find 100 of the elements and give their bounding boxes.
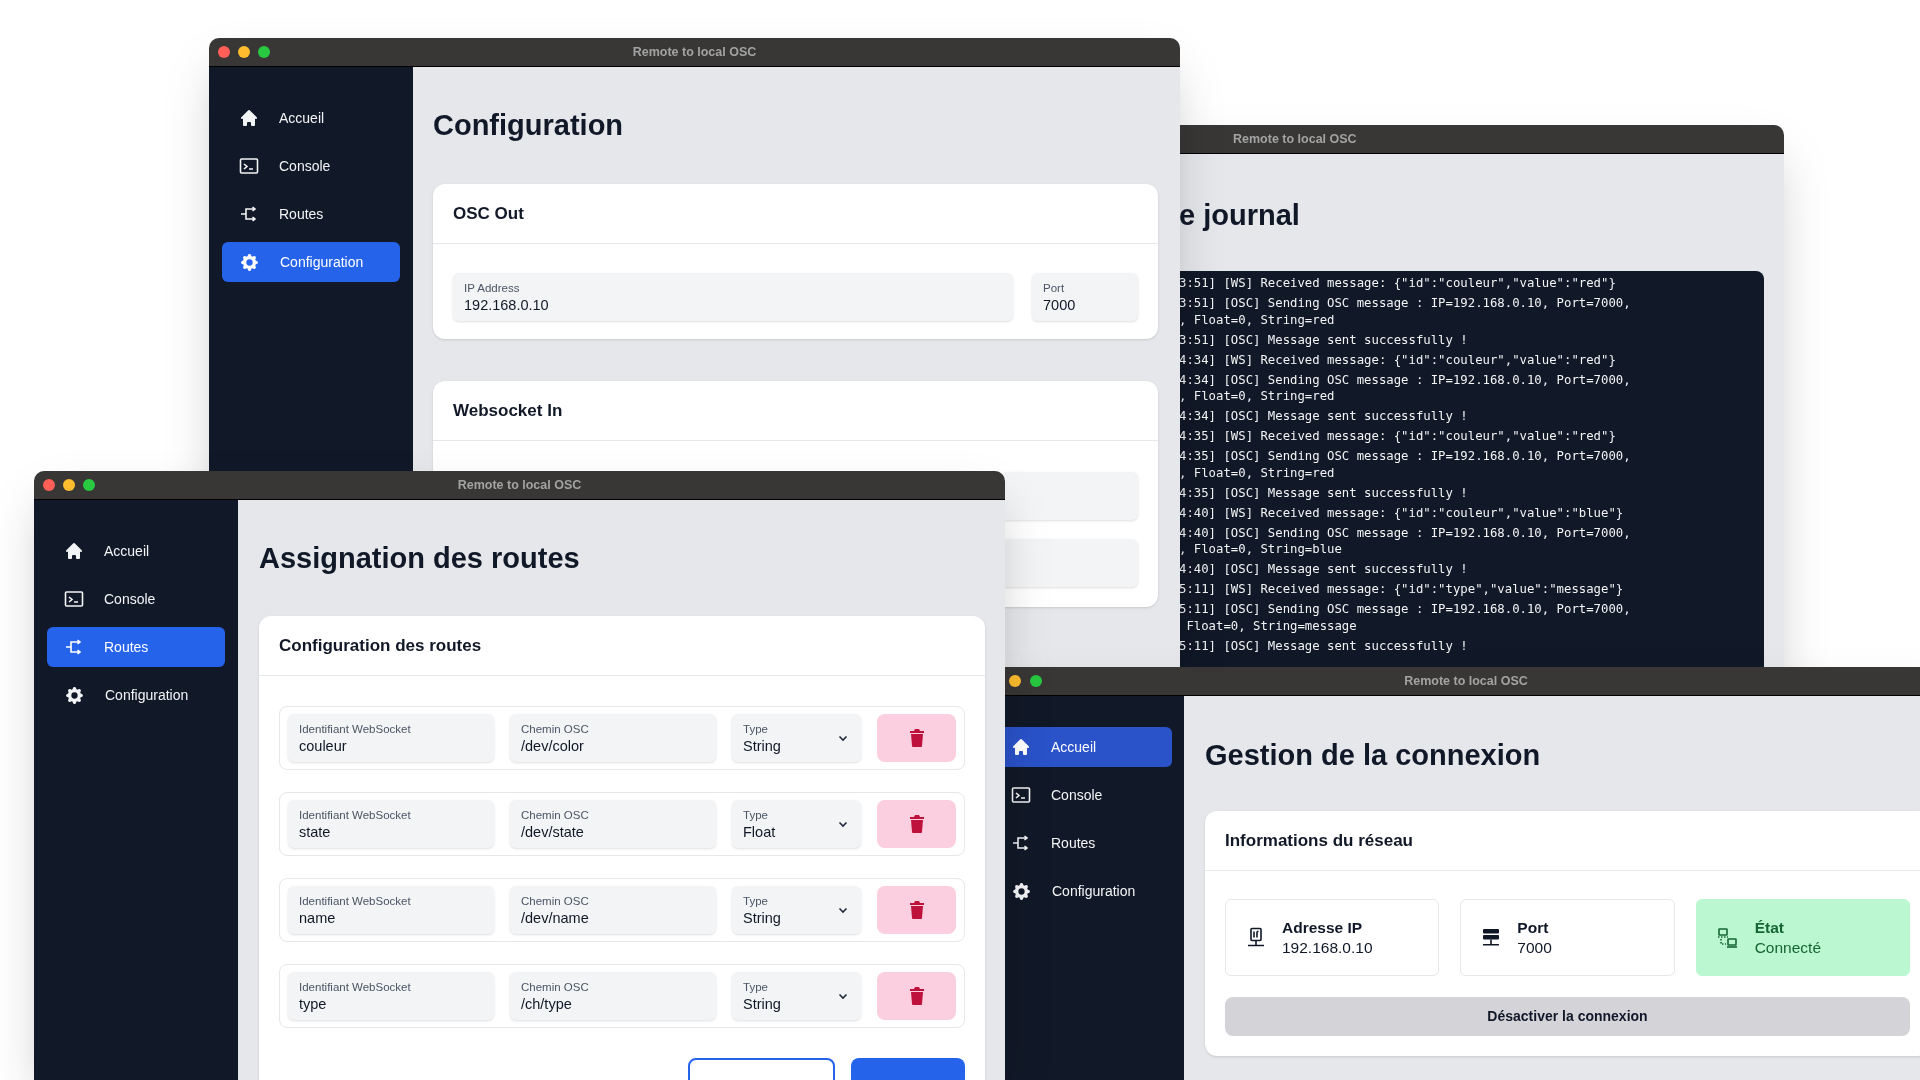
input-field[interactable]: Chemin OSC /dev/name <box>510 886 716 934</box>
input-field[interactable]: Identifiant WebSocket type <box>288 972 494 1020</box>
log-line: 4:34] [OSC] Sending OSC message : IP=192.168.0.10, Port=7000, <box>1179 371 1631 388</box>
field-value: /dev/color <box>521 736 585 755</box>
input-field[interactable]: Identifiant WebSocket state <box>288 800 494 848</box>
log-line: 4:40] [OSC] Sending OSC message : IP=192.168.0.10, Port=7000, <box>1179 524 1631 541</box>
sidebar-item[interactable]: Console <box>47 579 225 619</box>
input-field[interactable]: IP Address 192.168.0.10 <box>453 273 1013 321</box>
trash-icon <box>908 901 925 919</box>
terminal-icon <box>1011 785 1031 805</box>
input-field[interactable]: Identifiant WebSocket name <box>288 886 494 934</box>
zoom-button[interactable] <box>258 46 270 58</box>
delete-button[interactable] <box>877 800 956 848</box>
disconnect-button[interactable]: Désactiver la connexion <box>1225 997 1910 1036</box>
field-label: Type <box>743 894 769 909</box>
minimize-button[interactable] <box>1009 675 1021 687</box>
field-value: String <box>743 737 781 756</box>
routes-icon <box>239 204 259 224</box>
log-line: , Float=0, String=blue <box>1179 541 1342 558</box>
page-heading: Configuration <box>433 108 624 143</box>
log-line: 4:34] [OSC] Message sent successfully ! <box>1179 408 1468 425</box>
field-value: /dev/state <box>521 822 585 841</box>
log-line: , Float=0, String=red <box>1179 388 1335 405</box>
server-icon <box>1481 926 1502 949</box>
field-value: /dev/name <box>521 908 590 927</box>
minimize-button[interactable] <box>63 479 75 491</box>
input-field[interactable]: Chemin OSC /dev/state <box>510 800 716 848</box>
terminal-icon <box>239 156 259 176</box>
type-select[interactable]: Type String <box>732 886 861 934</box>
minimize-button[interactable] <box>238 46 250 58</box>
trash-icon <box>908 815 925 833</box>
sidebar-item[interactable]: Routes <box>222 194 400 234</box>
home-icon <box>1011 737 1031 757</box>
field-label: IP Address <box>464 280 521 296</box>
field-label: Identifiant WebSocket <box>299 893 412 909</box>
tile-value: 7000 <box>1517 937 1552 958</box>
tile-label: Port <box>1517 917 1550 938</box>
field-value: type <box>299 994 328 1013</box>
field-label: Chemin OSC <box>521 721 590 737</box>
log-line: 4:35] [WS] Received message: {"id":"couleur","value":"red"} <box>1179 428 1616 445</box>
zoom-button[interactable] <box>1030 675 1042 687</box>
log-line: 4:35] [OSC] Message sent successfully ! <box>1179 484 1468 501</box>
close-button[interactable] <box>218 46 230 58</box>
sidebar-item[interactable]: Accueil <box>1004 727 1172 767</box>
zoom-button[interactable] <box>83 479 95 491</box>
close-button[interactable] <box>43 479 55 491</box>
log-line: , Float=0, String=red <box>1179 311 1335 328</box>
sidebar-item[interactable]: Console <box>1004 775 1172 815</box>
field-value: 7000 <box>1043 295 1077 314</box>
sidebar-item[interactable]: Routes <box>1004 823 1172 863</box>
sidebar-item[interactable]: Accueil <box>47 531 225 571</box>
field-label: Chemin OSC <box>521 807 590 823</box>
field-value: Float <box>743 823 776 842</box>
page-heading: Assignation des routes <box>259 541 580 576</box>
log-line: 5:11] [OSC] Sending OSC message : IP=192.168.0.10, Port=7000, <box>1179 601 1631 618</box>
window-title: Remote to local OSC <box>1233 130 1357 148</box>
log-line: 4:40] [OSC] Message sent successfully ! <box>1179 561 1468 578</box>
log-line: Float=0, String=message <box>1185 617 1357 634</box>
input-field[interactable]: Port 7000 <box>1032 273 1138 321</box>
log-line: 4:40] [WS] Received message: {"id":"couleur","value":"blue"} <box>1179 504 1624 521</box>
network-plug-icon <box>1246 926 1266 949</box>
page-heading: Gestion de la connexion <box>1205 738 1541 773</box>
settings-icon <box>64 684 85 706</box>
field-label: Chemin OSC <box>521 979 590 995</box>
log-line: 4:35] [OSC] Sending OSC message : IP=192.168.0.10, Port=7000, <box>1179 448 1631 465</box>
tile-value: 192.168.0.10 <box>1282 937 1373 958</box>
log-line: 5:11] [OSC] Message sent successfully ! <box>1179 637 1468 654</box>
delete-button[interactable] <box>877 886 956 934</box>
field-label: Type <box>743 980 769 995</box>
field-value: String <box>743 995 781 1014</box>
field-label: Type <box>743 722 769 737</box>
trash-icon <box>908 987 925 1005</box>
input-field[interactable] <box>1004 472 1138 520</box>
sidebar-item[interactable]: Console <box>222 146 400 186</box>
field-value: couleur <box>299 736 348 755</box>
field-value: String <box>743 909 781 928</box>
log-line: 3:51] [OSC] Sending OSC message : IP=192.168.0.10, Port=7000, <box>1179 295 1631 312</box>
input-field[interactable]: Identifiant WebSocket couleur <box>288 714 494 762</box>
field-value: name <box>299 908 337 927</box>
field-label: Port <box>1043 280 1066 296</box>
card-title: Configuration des routes <box>279 634 482 657</box>
sidebar-item[interactable]: Configuration <box>222 242 400 282</box>
delete-button[interactable] <box>877 972 956 1020</box>
input-field[interactable]: Chemin OSC /dev/color <box>510 714 716 762</box>
connected-computers-icon <box>1716 926 1739 949</box>
home-icon <box>239 108 259 128</box>
sidebar-item[interactable]: Routes <box>47 627 225 667</box>
log-line: , Float=0, String=red <box>1179 464 1335 481</box>
type-select[interactable]: Type String <box>732 714 861 762</box>
type-select[interactable]: Type String <box>732 972 861 1020</box>
window-title: Remote to local OSC <box>632 43 757 61</box>
input-field[interactable]: Chemin OSC /ch/type <box>510 972 716 1020</box>
type-select[interactable]: Type Float <box>732 800 861 848</box>
delete-button[interactable] <box>877 714 956 762</box>
settings-icon <box>239 251 260 273</box>
sidebar-item[interactable]: Accueil <box>222 98 400 138</box>
sidebar-item[interactable]: Configuration <box>47 675 225 715</box>
input-field[interactable] <box>1004 539 1138 587</box>
field-value: 192.168.0.10 <box>464 295 550 314</box>
routes-icon <box>64 637 84 657</box>
